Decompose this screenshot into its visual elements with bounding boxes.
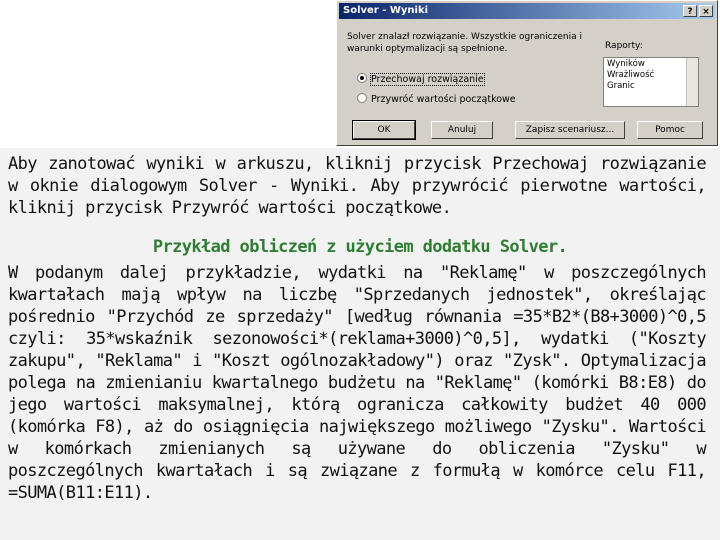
- report-item-sensitivity[interactable]: Wrażliwość: [607, 70, 695, 81]
- radio-selected-icon[interactable]: [357, 73, 367, 83]
- intro-paragraph: Aby zanotować wyniki w arkuszu, kliknij …: [8, 154, 707, 218]
- dialog-titlebar: Solver - Wyniki ? ×: [339, 3, 715, 19]
- reports-label: Raporty:: [605, 41, 643, 51]
- close-icon[interactable]: ×: [699, 5, 713, 17]
- help-icon[interactable]: ?: [683, 5, 697, 17]
- instruction-text-area: Aby zanotować wyniki w arkuszu, kliknij …: [0, 148, 720, 540]
- message-line-2: warunki optymalizacji są spełnione.: [347, 44, 508, 54]
- option-restore-label: Przywróć wartości początkowe: [371, 94, 516, 105]
- dialog-message: Solver znalazł rozwiązanie. Wszystkie og…: [347, 31, 597, 55]
- solver-results-dialog: Solver - Wyniki ? × Solver znalazł rozwi…: [336, 0, 718, 146]
- radio-unselected-icon[interactable]: [357, 93, 367, 103]
- message-line-1: Solver znalazł rozwiązanie. Wszystkie og…: [347, 32, 582, 42]
- example-paragraph: W podanym dalej przykładzie, wydatki na …: [8, 263, 707, 503]
- option-keep-label: Przechowaj rozwiązanie: [370, 73, 485, 86]
- ok-button[interactable]: OK: [352, 120, 416, 140]
- cancel-button[interactable]: Anuluj: [431, 121, 493, 139]
- listbox-scrollbar[interactable]: [686, 58, 698, 106]
- report-item-answer[interactable]: Wyników: [607, 59, 695, 70]
- help-button[interactable]: Pomoc: [637, 121, 703, 139]
- reports-listbox[interactable]: Wyników Wrażliwość Granic: [603, 57, 699, 107]
- option-keep-solution[interactable]: Przechowaj rozwiązanie: [357, 73, 485, 87]
- save-scenario-button[interactable]: Zapisz scenariusz...: [515, 121, 625, 139]
- report-item-limits[interactable]: Granic: [607, 81, 695, 92]
- option-restore-values[interactable]: Przywróć wartości początkowe: [357, 93, 516, 107]
- dialog-title: Solver - Wyniki: [343, 5, 429, 16]
- example-heading: Przykład obliczeń z użyciem dodatku Solv…: [152, 237, 568, 257]
